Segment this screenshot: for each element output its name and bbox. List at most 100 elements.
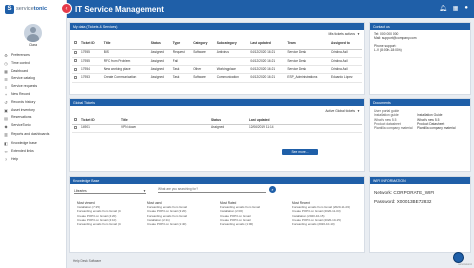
sidebar-item-records-history[interactable]: ↺ Records history bbox=[0, 99, 66, 107]
sidebar-item-dashboard[interactable]: ▦ Dashboard bbox=[0, 68, 66, 76]
gear-icon: ⚙ bbox=[4, 53, 8, 59]
ticket-id[interactable]: 17955 bbox=[79, 49, 102, 58]
row-checkbox-cell[interactable] bbox=[72, 73, 79, 83]
sidebar-item-extended-links[interactable]: ∞ Extended links bbox=[0, 148, 66, 156]
contact-line[interactable]: Mail: support@company.com bbox=[374, 36, 417, 40]
sidebar-item-reports[interactable]: ▥ Reports and dashboards bbox=[0, 130, 66, 140]
sidebar-item-knowledge-base[interactable]: ◧ Knowledge base bbox=[0, 140, 66, 148]
checkbox[interactable] bbox=[74, 59, 77, 63]
ticket-title[interactable]: New working place bbox=[101, 65, 149, 75]
column-header[interactable]: Type bbox=[170, 38, 192, 50]
kb-category-dropdown[interactable]: Libraries ▼ bbox=[74, 188, 146, 194]
app-icon: ◆ bbox=[4, 123, 8, 129]
kb-article-link[interactable]: Forwarding emails (2020-10-10) bbox=[292, 222, 362, 226]
ticket-title[interactable]: VPN down bbox=[119, 124, 209, 133]
ticket-title[interactable]: RFC from Problem bbox=[101, 57, 149, 67]
kb-article-link[interactable]: Create POP3 on Gmail (3:20) bbox=[147, 209, 191, 213]
ticket-id[interactable]: 17954 bbox=[79, 65, 102, 75]
chevron-down-icon: ▼ bbox=[357, 32, 360, 36]
table-row[interactable]: 17953 Create Communication Assigned Task… bbox=[72, 73, 362, 83]
document-link[interactable]: Plantilla company material bbox=[417, 126, 455, 130]
collapse-sidebar-button[interactable]: ‹ bbox=[61, 3, 72, 14]
column-header[interactable]: Subcategory bbox=[214, 38, 249, 50]
global-filter-dropdown[interactable]: Active Global tickets ▼ bbox=[325, 109, 360, 113]
footer-text: Help Desk Software bbox=[73, 259, 102, 263]
sidebar-item-label: Time control bbox=[11, 60, 31, 65]
document-name[interactable]: Plantilla company material bbox=[374, 126, 417, 130]
column-header[interactable]: Status bbox=[209, 116, 247, 125]
column-header[interactable]: Last updated bbox=[247, 116, 362, 125]
row-checkbox-cell[interactable] bbox=[72, 57, 79, 67]
column-header[interactable]: Title bbox=[119, 116, 209, 125]
ticket-id[interactable]: 14901 bbox=[79, 124, 119, 133]
contact-panel: Contact us Tel: 000 000 000 Mail: suppor… bbox=[369, 22, 471, 95]
my-tickets-panel: My data (Tickets & Services) Mis tickets… bbox=[69, 22, 365, 95]
tickets-filter-dropdown[interactable]: Mis tickets activos ▼ bbox=[328, 32, 360, 36]
column-header[interactable]: Title bbox=[101, 38, 149, 50]
kb-article-link[interactable]: Forwarding emails from Gmail (4:07) bbox=[77, 222, 121, 226]
sidebar-item-preferences[interactable]: ⚙ Preferences bbox=[0, 52, 66, 60]
checkbox[interactable] bbox=[74, 125, 77, 129]
inventory-icon: ▣ bbox=[4, 107, 8, 113]
sidebar-item-new-record[interactable]: + New Record bbox=[0, 91, 66, 99]
checkbox[interactable] bbox=[74, 67, 77, 71]
ticket-status: Assigned bbox=[209, 124, 247, 133]
kb-most-recent: Most Recent Forwarding emails from Gmail… bbox=[292, 201, 362, 226]
sidebar-item-label: Reports and dashboards bbox=[11, 132, 50, 137]
checkbox[interactable] bbox=[74, 41, 77, 45]
sidebar-item-asset-inventory[interactable]: ▣ Asset inventory bbox=[0, 107, 66, 115]
column-header[interactable]: Ticket ID bbox=[79, 38, 102, 50]
sidebar-item-service-catalog[interactable]: ☰ Service catalog bbox=[0, 75, 66, 83]
row-checkbox-cell[interactable] bbox=[72, 49, 79, 58]
chat-bubble-icon[interactable] bbox=[453, 252, 464, 263]
row-checkbox-cell[interactable] bbox=[72, 124, 79, 133]
column-header[interactable]: Assigned to bbox=[329, 38, 362, 50]
ticket-id[interactable]: 17955 bbox=[79, 57, 102, 67]
top-bar: ‹ IT Service Management 🔔︎ ▦ ● bbox=[61, 0, 474, 18]
sidebar-item-servicetonic[interactable]: ◆ ServiceTonic bbox=[0, 122, 66, 130]
global-tickets-table: Ticket ID Title Status Last updated 1490… bbox=[72, 116, 362, 133]
ticket-assignee: Cristina Asil bbox=[329, 49, 362, 58]
kb-article-link[interactable]: Forwarding emails (1:00) bbox=[220, 222, 264, 226]
user-menu-icon[interactable]: ● bbox=[464, 5, 468, 12]
sidebar-item-label: ServiceTonic bbox=[11, 123, 31, 128]
column-header[interactable]: Category bbox=[191, 38, 215, 50]
apps-grid-icon[interactable]: ▦ bbox=[453, 5, 459, 12]
table-header-row: Ticket ID Title Status Type Category Sub… bbox=[72, 38, 362, 50]
column-header[interactable]: Ticket ID bbox=[79, 116, 119, 125]
checkbox[interactable] bbox=[74, 117, 77, 121]
document-row[interactable]: Plantilla company material Plantilla comp… bbox=[374, 126, 455, 130]
row-checkbox-cell[interactable] bbox=[72, 65, 79, 75]
sidebar-item-reservations[interactable]: ▤ Reservations bbox=[0, 114, 66, 122]
avatar[interactable] bbox=[24, 23, 42, 42]
chevron-down-icon: ▼ bbox=[143, 188, 146, 193]
see-more-button[interactable]: See more... bbox=[282, 149, 318, 155]
column-header[interactable]: Status bbox=[148, 38, 171, 50]
select-all-checkbox[interactable] bbox=[72, 38, 79, 50]
notifications-icon[interactable]: 🔔︎ bbox=[439, 5, 447, 12]
ticket-id[interactable]: 17953 bbox=[79, 73, 102, 83]
sidebar-item-time-control[interactable]: ◷ Time control bbox=[0, 60, 66, 68]
ticket-title[interactable]: Create Communication bbox=[101, 73, 149, 83]
column-header[interactable]: Team bbox=[285, 38, 329, 50]
kb-search-button[interactable]: ⌕ bbox=[269, 186, 276, 193]
table-row[interactable]: 17954 New working place Assigned Task Ot… bbox=[72, 65, 362, 75]
table-row[interactable]: 17955 RFC from Problem Assigned Fail 04/… bbox=[72, 57, 362, 67]
servicetonic-logo[interactable]: S servicetonic bbox=[0, 0, 66, 18]
checkbox[interactable] bbox=[74, 50, 77, 54]
search-icon: ⌕ bbox=[271, 187, 274, 192]
ticket-title[interactable]: BIS bbox=[101, 49, 149, 58]
sidebar-item-help[interactable]: ? Help bbox=[0, 156, 66, 164]
table-row[interactable]: 17955 BIS Assigned Request Software Anti… bbox=[72, 49, 362, 58]
column-header[interactable]: Last updated bbox=[248, 38, 286, 50]
sidebar-item-label: Dashboard bbox=[11, 68, 29, 73]
table-row[interactable]: 14901 VPN down Assigned 12/06/2019 11:14 bbox=[72, 124, 362, 133]
kb-article-link[interactable]: Forwarding emails from Gmail (4:55) bbox=[77, 209, 121, 213]
checkbox[interactable] bbox=[74, 75, 77, 79]
user-card[interactable]: Clara bbox=[0, 18, 66, 52]
kb-article-link[interactable]: Create POP3 on Gmail (1:40) bbox=[147, 222, 191, 226]
ticket-last-updated: 12/06/2019 11:14 bbox=[247, 124, 362, 133]
sidebar-item-service-requests[interactable]: ≡ Service requests bbox=[0, 83, 66, 91]
select-all-checkbox[interactable] bbox=[72, 116, 79, 125]
kb-search-input[interactable]: What are you searching for? bbox=[158, 187, 266, 193]
